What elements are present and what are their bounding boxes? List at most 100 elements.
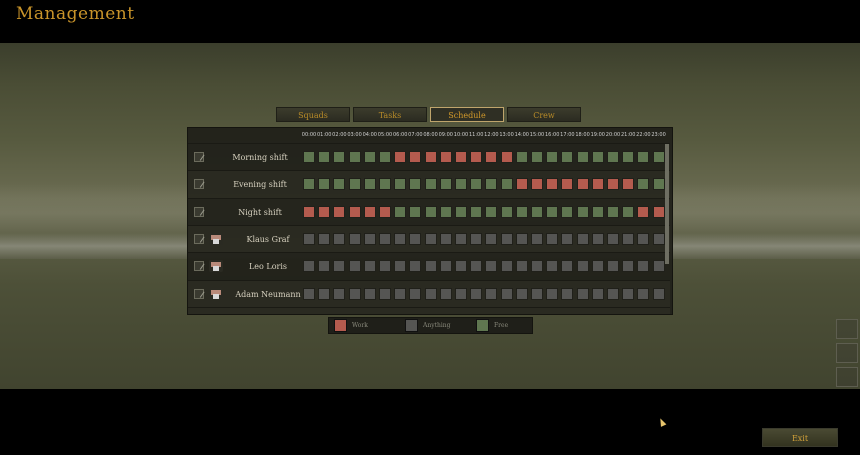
- tab-tasks[interactable]: Tasks: [353, 107, 427, 122]
- schedule-cell[interactable]: [652, 151, 665, 163]
- schedule-cell[interactable]: [485, 205, 498, 218]
- schedule-cell[interactable]: [485, 260, 498, 273]
- schedule-cell[interactable]: [591, 232, 604, 245]
- schedule-cell[interactable]: [424, 178, 437, 191]
- schedule-cell[interactable]: [348, 232, 361, 245]
- schedule-cell[interactable]: [470, 151, 483, 163]
- schedule-cell[interactable]: [424, 232, 437, 245]
- schedule-cell[interactable]: [546, 205, 559, 218]
- schedule-cell[interactable]: [622, 260, 635, 273]
- schedule-cell[interactable]: [455, 232, 467, 245]
- schedule-cell[interactable]: [652, 287, 665, 300]
- schedule-cell[interactable]: [455, 178, 467, 191]
- schedule-cell[interactable]: [607, 151, 619, 163]
- schedule-cell[interactable]: [379, 205, 391, 218]
- schedule-cell[interactable]: [637, 178, 650, 191]
- schedule-cell[interactable]: [379, 287, 391, 300]
- schedule-cell[interactable]: [303, 178, 315, 191]
- schedule-cell[interactable]: [455, 260, 467, 273]
- schedule-cell[interactable]: [439, 232, 452, 245]
- schedule-cell[interactable]: [500, 260, 513, 273]
- schedule-cell[interactable]: [409, 260, 422, 273]
- schedule-cell[interactable]: [607, 205, 619, 218]
- row-checkbox[interactable]: [194, 288, 204, 299]
- schedule-cell[interactable]: [409, 205, 422, 218]
- schedule-cell[interactable]: [348, 151, 361, 163]
- schedule-cell[interactable]: [394, 260, 407, 273]
- schedule-cell[interactable]: [424, 151, 437, 163]
- schedule-cell[interactable]: [455, 205, 467, 218]
- schedule-cell[interactable]: [333, 178, 346, 191]
- row-checkbox[interactable]: [194, 152, 204, 162]
- schedule-cell[interactable]: [303, 260, 315, 273]
- schedule-cell[interactable]: [318, 287, 331, 300]
- legend-swatch[interactable]: [405, 319, 418, 332]
- schedule-cell[interactable]: [470, 205, 483, 218]
- schedule-cell[interactable]: [455, 287, 467, 300]
- schedule-cell[interactable]: [622, 151, 635, 163]
- schedule-cell[interactable]: [318, 232, 331, 245]
- schedule-cell[interactable]: [576, 232, 589, 245]
- schedule-cell[interactable]: [531, 260, 543, 273]
- schedule-cell[interactable]: [500, 178, 513, 191]
- schedule-cell[interactable]: [637, 287, 650, 300]
- row-checkbox[interactable]: [194, 179, 204, 190]
- schedule-cell[interactable]: [379, 151, 391, 163]
- schedule-cell[interactable]: [318, 205, 331, 218]
- legend-swatch[interactable]: [476, 319, 489, 332]
- schedule-cell[interactable]: [485, 232, 498, 245]
- schedule-cell[interactable]: [622, 178, 635, 191]
- schedule-cell[interactable]: [607, 178, 619, 191]
- schedule-cell[interactable]: [607, 260, 619, 273]
- schedule-cell[interactable]: [470, 287, 483, 300]
- schedule-cell[interactable]: [652, 178, 665, 191]
- schedule-cell[interactable]: [394, 205, 407, 218]
- schedule-cell[interactable]: [439, 260, 452, 273]
- schedule-cell[interactable]: [333, 151, 346, 163]
- schedule-cell[interactable]: [470, 232, 483, 245]
- schedule-cell[interactable]: [591, 151, 604, 163]
- row-checkbox[interactable]: [194, 261, 204, 272]
- schedule-cell[interactable]: [394, 232, 407, 245]
- schedule-cell[interactable]: [470, 178, 483, 191]
- schedule-cell[interactable]: [652, 205, 665, 218]
- exit-button[interactable]: Exit: [762, 428, 838, 447]
- schedule-cell[interactable]: [348, 178, 361, 191]
- schedule-cell[interactable]: [576, 178, 589, 191]
- schedule-cell[interactable]: [515, 260, 528, 273]
- schedule-cell[interactable]: [333, 260, 346, 273]
- schedule-cell[interactable]: [379, 232, 391, 245]
- schedule-cell[interactable]: [591, 205, 604, 218]
- schedule-cell[interactable]: [485, 178, 498, 191]
- schedule-cell[interactable]: [546, 178, 559, 191]
- schedule-cell[interactable]: [531, 178, 543, 191]
- schedule-cell[interactable]: [531, 205, 543, 218]
- schedule-cell[interactable]: [515, 151, 528, 163]
- schedule-cell[interactable]: [652, 232, 665, 245]
- schedule-cell[interactable]: [515, 205, 528, 218]
- schedule-cell[interactable]: [637, 232, 650, 245]
- schedule-cell[interactable]: [500, 205, 513, 218]
- schedule-cell[interactable]: [576, 205, 589, 218]
- schedule-cell[interactable]: [333, 205, 346, 218]
- schedule-cell[interactable]: [439, 287, 452, 300]
- schedule-cell[interactable]: [363, 232, 376, 245]
- schedule-cell[interactable]: [622, 287, 635, 300]
- schedule-cell[interactable]: [409, 151, 422, 163]
- schedule-cell[interactable]: [561, 178, 574, 191]
- schedule-cell[interactable]: [470, 260, 483, 273]
- schedule-cell[interactable]: [485, 151, 498, 163]
- schedule-cell[interactable]: [561, 260, 574, 273]
- schedule-cell[interactable]: [485, 287, 498, 300]
- zoom-in-icon[interactable]: [836, 319, 858, 339]
- schedule-cell[interactable]: [576, 260, 589, 273]
- schedule-cell[interactable]: [531, 151, 543, 163]
- schedule-cell[interactable]: [591, 260, 604, 273]
- schedule-cell[interactable]: [318, 151, 331, 163]
- schedule-cell[interactable]: [424, 205, 437, 218]
- schedule-cell[interactable]: [363, 205, 376, 218]
- schedule-cell[interactable]: [531, 232, 543, 245]
- schedule-cell[interactable]: [546, 287, 559, 300]
- schedule-cell[interactable]: [363, 178, 376, 191]
- schedule-cell[interactable]: [303, 205, 315, 218]
